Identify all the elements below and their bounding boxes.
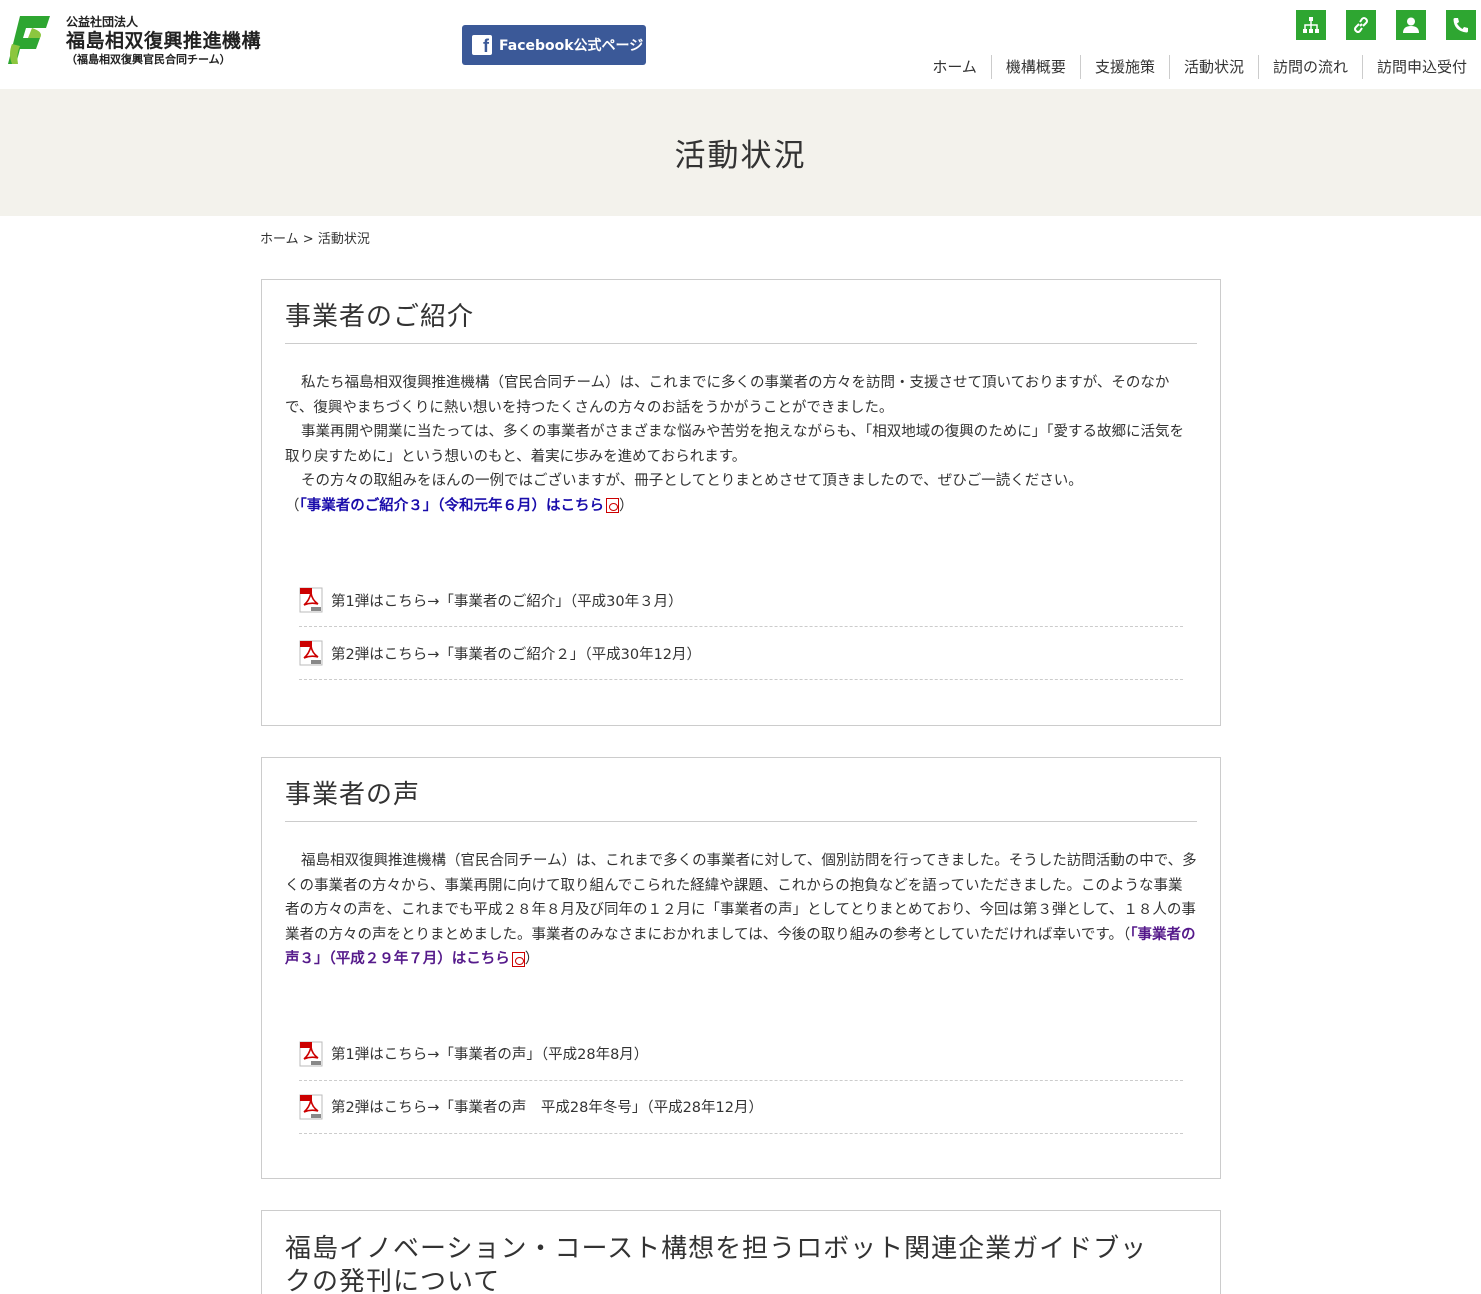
link-prefix: （ [285,497,300,514]
logo-leaf-icon [8,16,50,64]
phone-button[interactable] [1446,10,1476,40]
nav-item-support[interactable]: 支援施策 [1079,55,1169,79]
facebook-button[interactable]: f Facebook公式ページ [462,25,646,65]
user-icon [1403,17,1419,33]
pdf-icon [299,640,323,666]
section-body: 私たち福島相双復興推進機構（官民合同チーム）は、これまでに多くの事業者の方々を訪… [285,371,1197,518]
pdf-list: 第1弾はこちら→「事業者のご紹介」（平成30年３月） 第2弾はこちら→「事業者の… [299,574,1183,681]
site-header: 公益社団法人 福島相双復興推進機構 （福島相双復興官民合同チーム） f Face… [0,0,1481,89]
section-body: 福島相双復興推進機構（官民合同チーム）は、これまで多くの事業者に対して、個別訪問… [285,849,1197,972]
pdf-link-label: 第2弾はこちら→「事業者の声 平成28年冬号」（平成28年12月） [331,1100,763,1117]
sitemap-button[interactable] [1296,10,1326,40]
links-button[interactable] [1346,10,1376,40]
section-robot-guidebook: 福島イノベーション・コースト構想を担うロボット関連企業ガイドブックの発刊について [261,1210,1221,1294]
org-subname: （福島相双復興官民合同チーム） [66,52,231,66]
nav-item-home[interactable]: ホーム [918,55,991,79]
sitemap-icon [1303,17,1319,33]
section-business-introduction: 事業者のご紹介 私たち福島相双復興推進機構（官民合同チーム）は、これまでに多くの… [261,279,1221,726]
pdf-list: 第1弾はこちら→「事業者の声」（平成28年8月） 第2弾はこちら→「事業者の声 … [299,1028,1183,1134]
section-business-voices: 事業者の声 福島相双復興推進機構（官民合同チーム）は、これまで多くの事業者に対し… [261,757,1221,1179]
section-title: 福島イノベーション・コースト構想を担うロボット関連企業ガイドブックの発刊について [285,1234,1148,1294]
header-icon-buttons [1296,10,1476,40]
paragraph-1: 私たち福島相双復興推進機構（官民合同チーム）は、これまでに多くの事業者の方々を訪… [285,375,1170,416]
pdf-link-item[interactable]: 第1弾はこちら→「事業者の声」（平成28年8月） [299,1028,1183,1081]
pdf-link-label: 第1弾はこちら→「事業者の声」（平成28年8月） [331,1047,649,1064]
org-type-label: 公益社団法人 [66,14,139,29]
pdf-link-item[interactable]: 第2弾はこちら→「事業者のご紹介２」（平成30年12月） [299,627,1183,681]
facebook-icon: f [472,35,492,55]
pdf-link-item[interactable]: 第1弾はこちら→「事業者のご紹介」（平成30年３月） [299,574,1183,628]
pdf-icon [299,587,323,613]
page-title: 活動状況 [674,138,807,174]
pdf-small-icon [511,951,525,967]
pdf-link-item[interactable]: 第2弾はこちら→「事業者の声 平成28年冬号」（平成28年12月） [299,1081,1183,1134]
nav-item-activities[interactable]: 活動状況 [1168,55,1258,79]
nav-item-about[interactable]: 機構概要 [990,55,1080,79]
paragraph-3: その方々の取組みをほんの一例ではございますが、冊子としてとりまとめさせて頂きまし… [301,473,1083,490]
logo-text: 公益社団法人 福島相双復興推進機構 （福島相双復興官民合同チーム） [66,16,261,65]
breadcrumb-current: 活動状況 [317,232,370,247]
breadcrumb: ホーム > 活動状況 [260,228,370,247]
pdf-icon [299,1041,323,1067]
link-suffix: ） [619,497,634,514]
breadcrumb-separator: > [302,232,314,247]
paragraph-1: 福島相双復興推進機構（官民合同チーム）は、これまで多くの事業者に対して、個別訪問… [285,853,1197,943]
facebook-label: Facebook公式ページ [499,38,644,54]
pdf-link-label: 第1弾はこちら→「事業者のご紹介」（平成30年３月） [331,593,683,610]
page-title-band: 活動状況 [0,89,1481,216]
site-logo[interactable]: 公益社団法人 福島相双復興推進機構 （福島相双復興官民合同チーム） [6,14,261,66]
section-title: 事業者の声 [285,758,1197,823]
paragraph-2: 事業再開や開業に当たっては、多くの事業者がさまざまな悩みや苦労を抱えながらも、「… [285,424,1185,465]
pdf-icon [299,1094,323,1120]
breadcrumb-home[interactable]: ホーム [260,232,299,247]
pdf-small-icon [606,498,619,514]
business-intro-3-link[interactable]: 「事業者のご紹介３」（令和元年６月）はこちら [300,498,605,514]
org-name: 福島相双復興推進機構 [66,29,262,52]
link-suffix: ） [524,951,540,968]
section-title: 事業者のご紹介 [285,280,1197,345]
link-icon [1354,17,1368,33]
phone-icon [1453,18,1468,33]
nav-item-visit-flow[interactable]: 訪問の流れ [1257,55,1362,79]
nav-item-visit-request[interactable]: 訪問申込受付 [1361,55,1481,79]
user-button[interactable] [1396,10,1426,40]
global-nav: ホーム 機構概要 支援施策 活動状況 訪問の流れ 訪問申込受付 [918,55,1481,79]
pdf-link-label: 第2弾はこちら→「事業者のご紹介２」（平成30年12月） [331,646,702,663]
